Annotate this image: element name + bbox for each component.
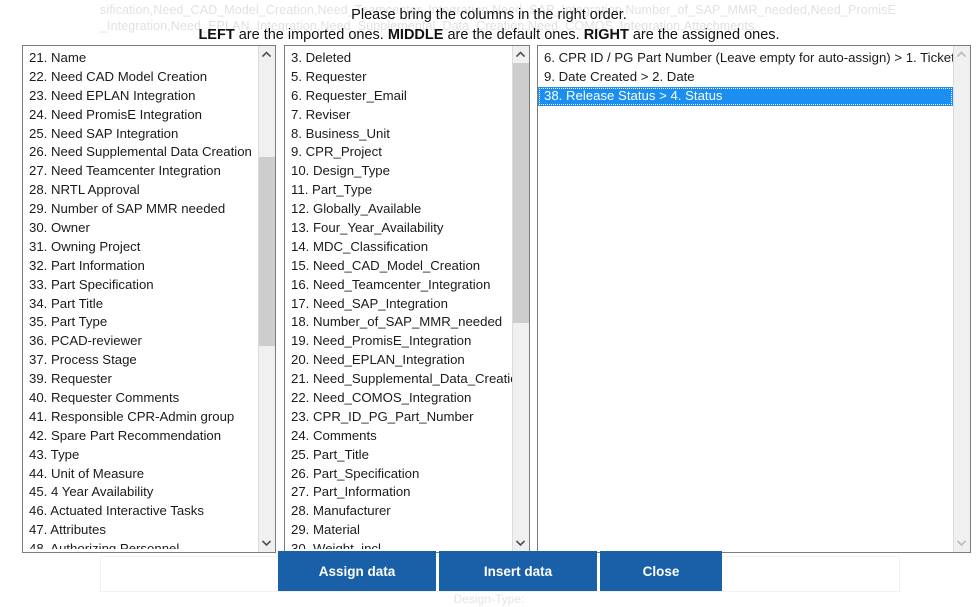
list-item[interactable]: 44. Unit of Measure: [23, 465, 258, 484]
insert-data-button[interactable]: Insert data: [439, 551, 597, 591]
list-item[interactable]: 24. Comments: [285, 427, 512, 446]
list-item[interactable]: 30. Weight_incl: [285, 540, 512, 549]
scroll-down-arrow-icon[interactable]: [513, 535, 529, 552]
text-right-desc: are the assigned ones.: [628, 27, 780, 43]
list-item[interactable]: 16. Need_Teamcenter_Integration: [285, 276, 512, 295]
list-item[interactable]: 31. Owning Project: [23, 238, 258, 257]
list-item[interactable]: 20. Need_EPLAN_Integration: [285, 351, 512, 370]
assign-data-button[interactable]: Assign data: [278, 551, 436, 591]
list-item[interactable]: 3. Deleted: [285, 49, 512, 68]
imported-columns-scrollbar[interactable]: [258, 46, 275, 552]
list-item[interactable]: 19. Need_PromisE_Integration: [285, 332, 512, 351]
assigned-columns-scrollbar[interactable]: [953, 46, 970, 552]
default-columns-scrollbar[interactable]: [512, 46, 529, 552]
list-item[interactable]: 9. Date Created > 2. Date: [538, 68, 953, 87]
list-item[interactable]: 9. CPR_Project: [285, 143, 512, 162]
list-item[interactable]: 36. PCAD-reviewer: [23, 332, 258, 351]
list-item[interactable]: 17. Need_SAP_Integration: [285, 295, 512, 314]
label-left: LEFT: [198, 27, 235, 43]
list-item[interactable]: 21. Need_Supplemental_Data_Creation: [285, 370, 512, 389]
list-item[interactable]: 30. Owner: [23, 219, 258, 238]
list-item[interactable]: 33. Part Specification: [23, 276, 258, 295]
assigned-columns-list[interactable]: 6. CPR ID / PG Part Number (Leave empty …: [538, 46, 953, 552]
list-item[interactable]: 21. Name: [23, 49, 258, 68]
list-item[interactable]: 10. Design_Type: [285, 162, 512, 181]
background-ghost-footer: Design-Type:: [453, 592, 525, 606]
scrollbar-thumb[interactable]: [513, 63, 529, 323]
list-item[interactable]: 26. Part_Specification: [285, 465, 512, 484]
list-item[interactable]: 28. Manufacturer: [285, 502, 512, 521]
list-item[interactable]: 15. Need_CAD_Model_Creation: [285, 257, 512, 276]
imported-columns-listbox[interactable]: 21. Name 22. Need CAD Model Creation 23. N…: [22, 45, 276, 553]
close-button[interactable]: Close: [600, 551, 722, 591]
default-columns-list[interactable]: 3. Deleted 5. Requester 6. Requester_Email…: [285, 46, 512, 552]
list-item[interactable]: 22. Need_COMOS_Integration: [285, 389, 512, 408]
scroll-up-arrow-icon: [954, 46, 970, 63]
list-item[interactable]: 38. Release Status > 4. Status: [538, 86, 953, 106]
instruction-line-2: LEFT are the imported ones. MIDDLE are t…: [0, 26, 978, 45]
text-left-desc: are the imported ones.: [234, 27, 388, 43]
list-item[interactable]: 41. Responsible CPR-Admin group: [23, 408, 258, 427]
imported-columns-list[interactable]: 21. Name 22. Need CAD Model Creation 23. N…: [23, 46, 258, 552]
list-item[interactable]: 42. Spare Part Recommendation: [23, 427, 258, 446]
default-columns-listbox[interactable]: 3. Deleted 5. Requester 6. Requester_Email…: [284, 45, 530, 553]
assigned-columns-listbox[interactable]: 6. CPR ID / PG Part Number (Leave empty …: [537, 45, 971, 553]
list-item[interactable]: 22. Need CAD Model Creation: [23, 68, 258, 87]
list-item[interactable]: 37. Process Stage: [23, 351, 258, 370]
scroll-up-arrow-icon[interactable]: [513, 46, 529, 63]
list-item[interactable]: 28. NRTL Approval: [23, 181, 258, 200]
list-item[interactable]: 29. Number of SAP MMR needed: [23, 200, 258, 219]
instruction-line-1: Please bring the columns in the right or…: [351, 7, 627, 23]
instruction-header: Please bring the columns in the right or…: [0, 6, 978, 45]
list-item[interactable]: 27. Part_Information: [285, 483, 512, 502]
scroll-down-arrow-icon: [954, 535, 970, 552]
list-item[interactable]: 12. Globally_Available: [285, 200, 512, 219]
list-item[interactable]: 14. MDC_Classification: [285, 238, 512, 257]
list-item[interactable]: 45. 4 Year Availability: [23, 483, 258, 502]
list-item[interactable]: 6. CPR ID / PG Part Number (Leave empty …: [538, 49, 953, 68]
list-item[interactable]: 7. Reviser: [285, 106, 512, 125]
list-item[interactable]: 25. Need SAP Integration: [23, 125, 258, 144]
list-item[interactable]: 29. Material: [285, 521, 512, 540]
list-item[interactable]: 23. CPR_ID_PG_Part_Number: [285, 408, 512, 427]
list-item[interactable]: 46. Actuated Interactive Tasks: [23, 502, 258, 521]
list-item[interactable]: 48. Authorizing Personnel: [23, 540, 258, 549]
list-item[interactable]: 5. Requester: [285, 68, 512, 87]
list-item[interactable]: 27. Need Teamcenter Integration: [23, 162, 258, 181]
list-item[interactable]: 34. Part Title: [23, 295, 258, 314]
label-right: RIGHT: [583, 27, 629, 43]
list-item[interactable]: 26. Need Supplemental Data Creation: [23, 143, 258, 162]
text-middle-desc: are the default ones.: [443, 27, 584, 43]
scroll-up-arrow-icon[interactable]: [259, 46, 275, 63]
list-item[interactable]: 11. Part_Type: [285, 181, 512, 200]
list-item[interactable]: 13. Four_Year_Availability: [285, 219, 512, 238]
list-item[interactable]: 25. Part_Title: [285, 446, 512, 465]
scroll-down-arrow-icon[interactable]: [259, 535, 275, 552]
list-item[interactable]: 24. Need PromisE Integration: [23, 106, 258, 125]
list-item[interactable]: 6. Requester_Email: [285, 87, 512, 106]
list-item[interactable]: 35. Part Type: [23, 313, 258, 332]
list-item[interactable]: 23. Need EPLAN Integration: [23, 87, 258, 106]
list-item[interactable]: 40. Requester Comments: [23, 389, 258, 408]
list-item[interactable]: 39. Requester: [23, 370, 258, 389]
list-item[interactable]: 47. Attributes: [23, 521, 258, 540]
label-middle: MIDDLE: [387, 27, 444, 43]
list-item[interactable]: 32. Part Information: [23, 257, 258, 276]
action-button-row: Assign data Insert data Close: [278, 551, 722, 591]
scrollbar-thumb[interactable]: [259, 157, 275, 347]
list-item[interactable]: 18. Number_of_SAP_MMR_needed: [285, 313, 512, 332]
list-item[interactable]: 8. Business_Unit: [285, 125, 512, 144]
list-item[interactable]: 43. Type: [23, 446, 258, 465]
